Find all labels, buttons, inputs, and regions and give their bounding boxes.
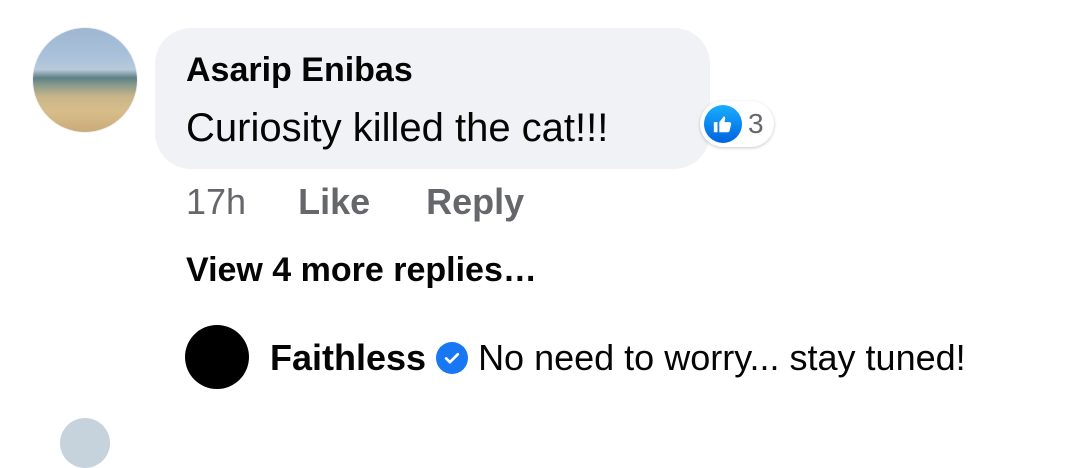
comment-author-avatar[interactable] [33,28,137,132]
reply-author-name[interactable]: Faithless [270,337,426,379]
reply-button[interactable]: Reply [426,181,524,223]
reaction-count: 3 [748,108,764,139]
reply-text: No need to worry... stay tuned! [478,337,966,378]
view-more-replies-link[interactable]: View 4 more replies… [186,248,537,292]
comment-actions: 17h Like Reply [186,179,580,225]
comment-text: Curiosity killed the cat!!! [186,106,609,150]
comment-author-name[interactable]: Asarip Enibas [186,48,413,92]
next-comment-avatar[interactable] [60,418,110,468]
verified-badge-icon [436,342,469,374]
like-icon [704,105,742,143]
comment-timestamp[interactable]: 17h [186,181,246,223]
reply-line: Faithless No need to worry... stay tuned… [270,335,966,381]
reaction-summary[interactable]: 3 [700,101,774,147]
like-button[interactable]: Like [298,181,370,223]
reply-author-avatar[interactable] [185,325,249,389]
